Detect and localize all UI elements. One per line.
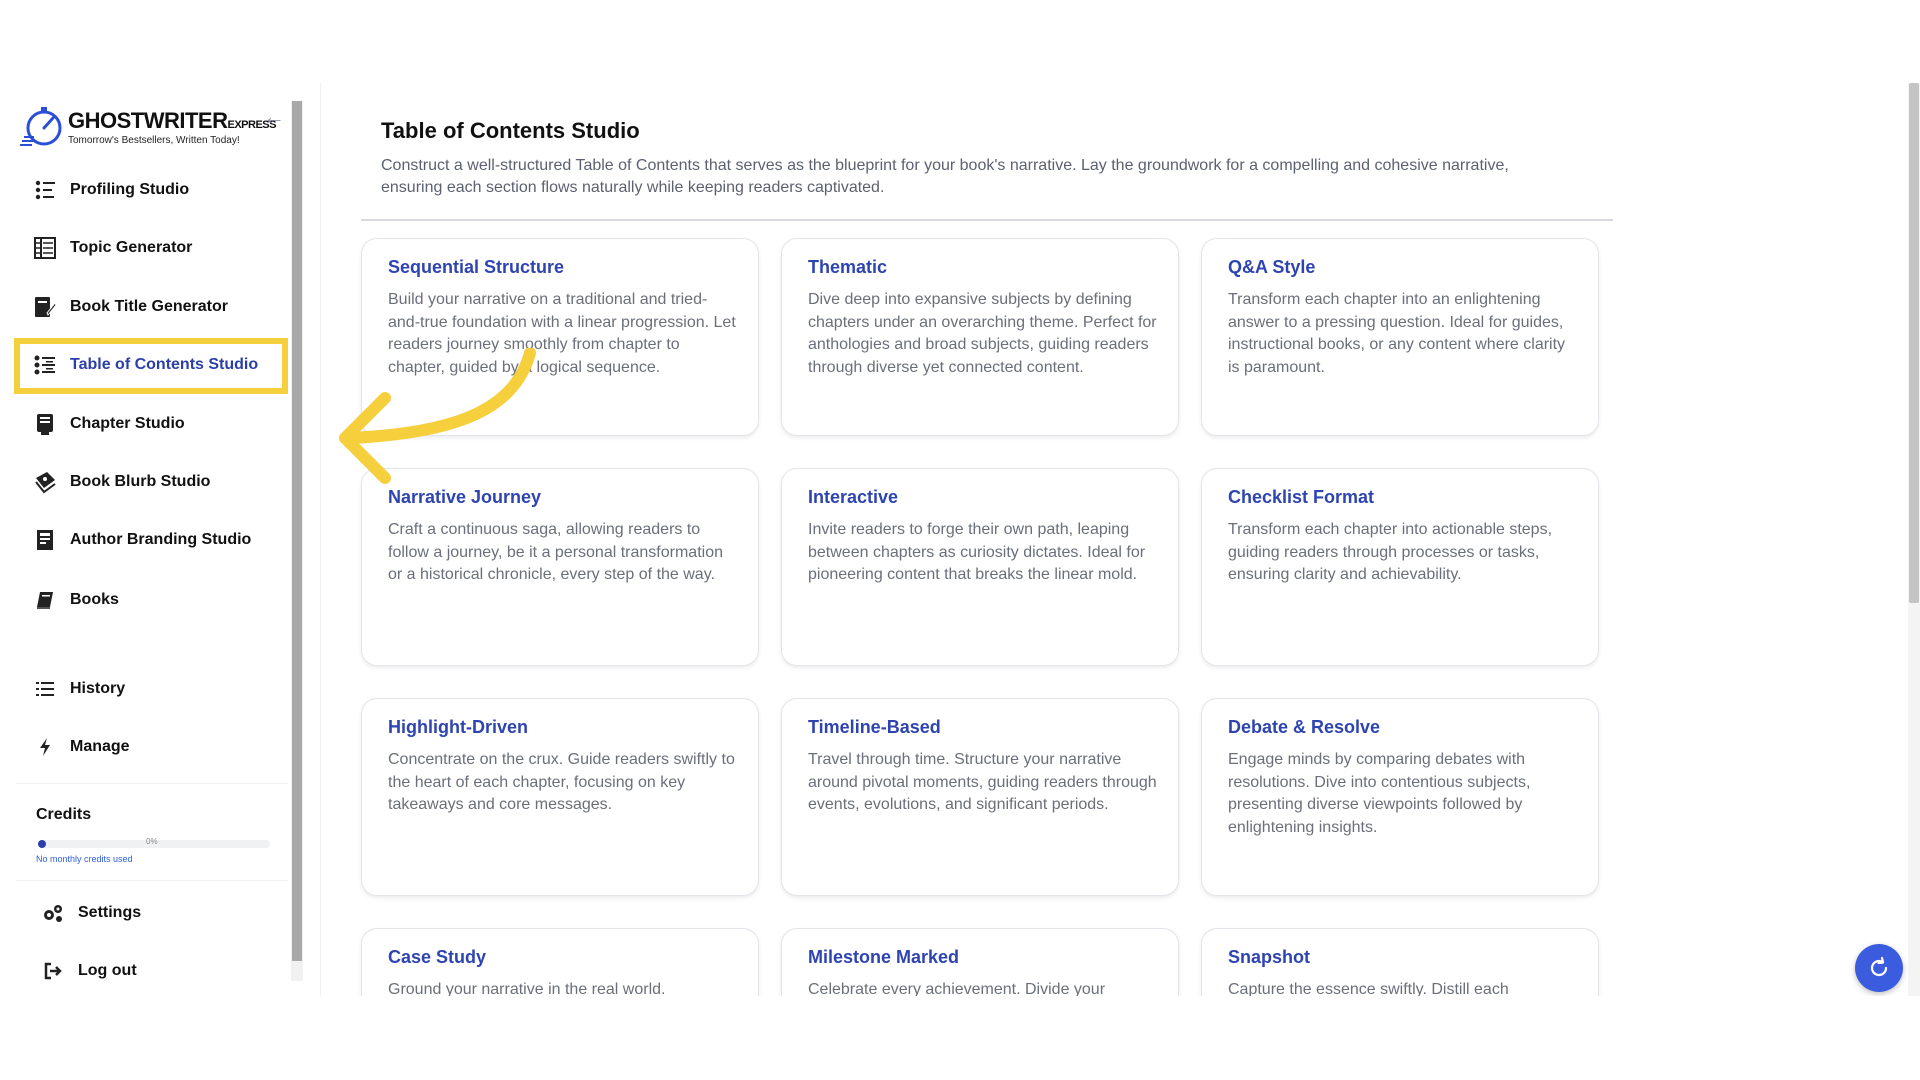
- sidebar-item-settings[interactable]: Settings: [22, 888, 292, 938]
- sidebar-item-label: Profiling Studio: [70, 181, 190, 198]
- app-window: GHOSTWRITEREXPRESS Tomorrow's Bestseller…: [0, 83, 1920, 996]
- sidebar-item-label: Topic Generator: [70, 239, 193, 256]
- main-scrollbar[interactable]: [1908, 83, 1920, 996]
- card-title: Case Study: [388, 947, 487, 967]
- card-description: Engage minds by comparing debates with r…: [1228, 751, 1531, 836]
- page-description: Construct a well-structured Table of Con…: [381, 157, 1509, 196]
- card-description: Celebrate every achievement. Divide your: [808, 981, 1106, 996]
- toc-style-card-interactive[interactable]: Interactive Invite readers to forge thei…: [781, 468, 1179, 666]
- toc-style-card-narrative-journey[interactable]: Narrative Journey Craft a continuous sag…: [361, 468, 759, 666]
- settings-label: Settings: [78, 904, 142, 921]
- branding-icon: [32, 527, 58, 553]
- card-description: Ground your narrative in the real world.: [388, 981, 666, 996]
- toc-style-card-highlight-driven[interactable]: Highlight-Driven Concentrate on the crux…: [361, 698, 759, 896]
- refresh-icon: [1870, 956, 1888, 977]
- sidebar-item-history[interactable]: History: [14, 664, 284, 714]
- refresh-fab-button[interactable]: [1855, 944, 1903, 992]
- sidebar-item-label: Chapter Studio: [70, 415, 185, 432]
- sidebar-item-logout[interactable]: Log out: [22, 946, 292, 996]
- toc-style-card-milestone-marked[interactable]: Milestone Marked Celebrate every achieve…: [781, 928, 1179, 996]
- sidebar-item-manage[interactable]: Manage: [14, 722, 284, 772]
- card-description: Transform each chapter into actionable s…: [1228, 521, 1553, 583]
- profiling-list-icon: [32, 177, 58, 203]
- sidebar-item-topic-generator[interactable]: Topic Generator: [14, 223, 284, 273]
- main-scrollbar-thumb[interactable]: [1909, 83, 1919, 603]
- topic-grid-icon: [32, 235, 58, 261]
- blurb-icon: [32, 469, 58, 495]
- stopwatch-pen-logo-icon: [20, 107, 62, 146]
- card-title: Highlight-Driven: [388, 717, 528, 737]
- credits-percent: 0%: [146, 837, 158, 846]
- card-title: Checklist Format: [1228, 487, 1375, 507]
- card-description: Invite readers to forge their own path, …: [808, 521, 1146, 583]
- brand-tagline: Tomorrow's Bestsellers, Written Today!: [68, 135, 240, 146]
- toc-style-card-qa-style[interactable]: Q&A Style Transform each chapter into an…: [1201, 238, 1599, 436]
- sidebar-scrollbar[interactable]: [291, 101, 303, 981]
- card-title: Timeline-Based: [808, 717, 941, 737]
- card-title: Thematic: [808, 257, 888, 277]
- card-description: Transform each chapter into an enlighten…: [1228, 291, 1566, 376]
- card-title: Q&A Style: [1228, 257, 1316, 277]
- sidebar-item-book-blurb-studio[interactable]: Book Blurb Studio: [14, 457, 284, 507]
- header-divider: [361, 219, 1613, 221]
- toc-style-card-timeline-based[interactable]: Timeline-Based Travel through time. Stru…: [781, 698, 1179, 896]
- sidebar-item-label: Manage: [70, 738, 130, 755]
- sidebar-item-books[interactable]: Books: [14, 575, 284, 625]
- sidebar-item-label: Books: [70, 591, 119, 608]
- tutorial-highlight-box: [14, 338, 288, 394]
- gears-icon: [40, 900, 66, 926]
- book-icon: [32, 587, 58, 613]
- card-title: Interactive: [808, 487, 899, 507]
- logout-label: Log out: [78, 962, 137, 979]
- page-title: Table of Contents Studio: [381, 118, 640, 143]
- card-title: Sequential Structure: [388, 257, 565, 277]
- toc-style-card-sequential-structure[interactable]: Sequential Structure Build your narrativ…: [361, 238, 759, 436]
- sidebar-scrollbar-thumb[interactable]: [292, 101, 302, 961]
- card-description: Travel through time. Structure your narr…: [808, 751, 1157, 813]
- sidebar-item-chapter-studio[interactable]: Chapter Studio: [14, 399, 284, 449]
- card-description: Concentrate on the crux. Guide readers s…: [388, 751, 735, 813]
- lightning-icon: [32, 734, 58, 760]
- credits-progress-fill: [38, 840, 46, 848]
- sidebar-item-book-title-generator[interactable]: Book Title Generator: [14, 282, 284, 332]
- sidebar-item-label: Book Blurb Studio: [70, 473, 211, 490]
- credits-subtitle: No monthly credits used: [36, 854, 133, 864]
- logout-icon: [40, 958, 66, 984]
- toc-style-card-debate-resolve[interactable]: Debate & Resolve Engage minds by compari…: [1201, 698, 1599, 896]
- title-pen-icon: [32, 294, 58, 320]
- sidebar-item-author-branding-studio[interactable]: Author Branding Studio: [14, 515, 284, 565]
- sidebar: GHOSTWRITEREXPRESS Tomorrow's Bestseller…: [0, 83, 306, 996]
- card-title: Narrative Journey: [388, 487, 542, 507]
- sidebar-item-profiling-studio[interactable]: Profiling Studio: [14, 165, 284, 215]
- sidebar-item-label: Book Title Generator: [70, 298, 228, 315]
- history-list-icon: [32, 676, 58, 702]
- card-description: Dive deep into expansive subjects by def…: [808, 291, 1157, 376]
- card-description: Capture the essence swiftly. Distill eac…: [1228, 981, 1509, 996]
- brand-name: GHOSTWRITEREXPRESS: [68, 108, 276, 133]
- collapse-sidebar-button[interactable]: ←: [262, 105, 286, 129]
- main-content: Table of Contents Studio Construct a wel…: [320, 83, 1901, 996]
- toc-style-card-checklist-format[interactable]: Checklist Format Transform each chapter …: [1201, 468, 1599, 666]
- toc-style-card-case-study[interactable]: Case Study Ground your narrative in the …: [361, 928, 759, 996]
- card-description: Craft a continuous saga, allowing reader…: [388, 521, 723, 583]
- credits-panel: Credits 0% No monthly credits used: [16, 783, 288, 881]
- arrow-left-icon: ←: [263, 104, 285, 129]
- card-title: Debate & Resolve: [1228, 717, 1381, 737]
- card-description: Build your narrative on a traditional an…: [388, 291, 736, 376]
- card-title: Milestone Marked: [808, 947, 960, 967]
- toc-style-card-snapshot[interactable]: Snapshot Capture the essence swiftly. Di…: [1201, 928, 1599, 996]
- sidebar-item-label: History: [70, 680, 126, 697]
- chapter-book-icon: [32, 411, 58, 437]
- toc-style-card-thematic[interactable]: Thematic Dive deep into expansive subjec…: [781, 238, 1179, 436]
- card-title: Snapshot: [1228, 947, 1311, 967]
- brand-logo[interactable]: GHOSTWRITEREXPRESS Tomorrow's Bestseller…: [20, 103, 276, 153]
- sidebar-item-label: Author Branding Studio: [70, 531, 252, 548]
- credits-title: Credits: [36, 806, 92, 823]
